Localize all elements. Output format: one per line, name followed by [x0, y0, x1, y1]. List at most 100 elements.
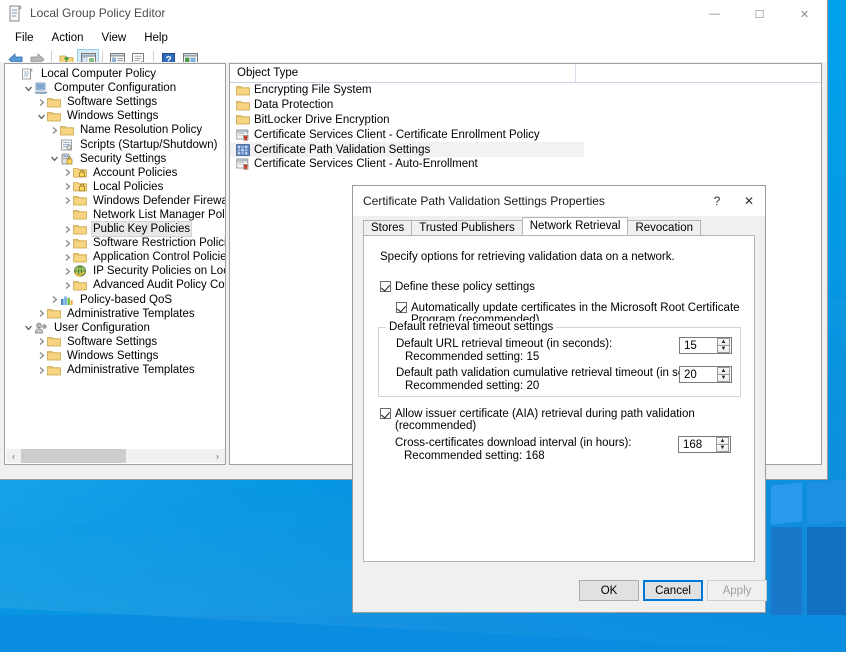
tree-item-local-computer-policy[interactable]: Local Computer Policy [5, 67, 225, 81]
list-item-label: Certificate Path Validation Settings [254, 144, 430, 156]
tree-item-software-settings[interactable]: Software Settings [5, 95, 225, 109]
scrollbar-thumb[interactable] [21, 449, 126, 463]
tree-item-windows-defender-firewall-with-adv[interactable]: Windows Defender Firewall with Adv [5, 194, 225, 208]
close-icon[interactable]: ✕ [782, 0, 827, 28]
folder-icon [73, 194, 88, 207]
checkbox-box-icon[interactable] [380, 281, 391, 292]
chevron-right-icon[interactable] [61, 167, 73, 179]
spinner-up-icon[interactable]: ▲ [716, 437, 729, 445]
chevron-right-icon[interactable] [61, 251, 73, 263]
scroll-right-icon[interactable]: › [210, 449, 225, 463]
checkbox-box-icon[interactable] [396, 302, 407, 313]
cross-cert-spinner-buttons[interactable]: ▲ ▼ [716, 437, 729, 452]
path-timeout-spinner[interactable]: 20 ▲ ▼ [679, 366, 732, 383]
spinner-down-icon[interactable]: ▼ [717, 346, 730, 353]
tree-item-policy-based-qos[interactable]: Policy-based QoS [5, 293, 225, 307]
list-item[interactable]: Encrypting File System [230, 83, 821, 98]
menu-action[interactable]: Action [43, 30, 93, 46]
list-item[interactable]: Certificate Path Validation Settings [230, 142, 584, 157]
tree-pane: Local Computer PolicyComputer Configurat… [4, 63, 226, 465]
tree-item-account-policies[interactable]: Account Policies [5, 166, 225, 180]
tree-item-user-configuration[interactable]: User Configuration [5, 321, 225, 335]
tree-item-computer-configuration[interactable]: Computer Configuration [5, 81, 225, 95]
tree-item-administrative-templates[interactable]: Administrative Templates [5, 307, 225, 321]
path-validation-icon [236, 143, 250, 156]
cancel-button[interactable]: Cancel [643, 580, 703, 601]
minimize-icon[interactable]: — [692, 0, 737, 28]
url-timeout-spinner[interactable]: 15 ▲ ▼ [679, 337, 732, 354]
tree-item-windows-settings[interactable]: Windows Settings [5, 349, 225, 363]
tree-item-label: IP Security Policies on Local Comput [91, 264, 226, 278]
menu-file[interactable]: File [6, 30, 43, 46]
allow-aia-retrieval-label: Allow issuer certificate (AIA) retrieval… [395, 408, 754, 432]
tree-item-label: Name Resolution Policy [78, 123, 204, 137]
chevron-right-icon[interactable] [35, 350, 47, 362]
chevron-right-icon[interactable] [61, 237, 73, 249]
tree-item-administrative-templates[interactable]: Administrative Templates [5, 363, 225, 377]
tree-horizontal-scrollbar[interactable]: ‹ › [6, 449, 225, 463]
path-timeout-value[interactable]: 20 [680, 369, 717, 381]
properties-dialog: Certificate Path Validation Settings Pro… [352, 185, 766, 613]
tree-item-ip-security-policies-on-local-comput[interactable]: IP Security Policies on Local Comput [5, 264, 225, 278]
chevron-down-icon[interactable] [22, 322, 34, 334]
list-item[interactable]: Data Protection [230, 98, 821, 113]
tree-item-network-list-manager-policies[interactable]: Network List Manager Policies [5, 208, 225, 222]
allow-aia-retrieval-checkbox[interactable]: Allow issuer certificate (AIA) retrieval… [380, 408, 754, 432]
tab-stores[interactable]: Stores [363, 220, 412, 235]
menu-help[interactable]: Help [135, 30, 177, 46]
chevron-right-icon[interactable] [61, 265, 73, 277]
chevron-right-icon[interactable] [35, 364, 47, 376]
menu-view[interactable]: View [93, 30, 136, 46]
checkbox-box-icon[interactable] [380, 408, 391, 419]
maximize-icon[interactable]: ☐ [737, 0, 782, 28]
chevron-right-icon[interactable] [61, 195, 73, 207]
column-divider[interactable] [575, 64, 576, 82]
tree-item-application-control-policies[interactable]: Application Control Policies [5, 250, 225, 264]
chevron-right-icon[interactable] [35, 336, 47, 348]
tree-item-public-key-policies[interactable]: Public Key Policies [5, 222, 225, 236]
cross-cert-interval-spinner[interactable]: 168 ▲ ▼ [678, 436, 731, 453]
scrollbar-track[interactable] [21, 449, 210, 463]
tree-item-scripts-startup-shutdown[interactable]: Scripts (Startup/Shutdown) [5, 137, 225, 151]
chevron-right-icon[interactable] [48, 294, 60, 306]
list-column-header[interactable]: Object Type [230, 64, 821, 83]
tree-item-windows-settings[interactable]: Windows Settings [5, 109, 225, 123]
help-question-icon[interactable]: ? [701, 186, 733, 216]
tree-item-security-settings[interactable]: Security Settings [5, 152, 225, 166]
chevron-right-icon[interactable] [35, 308, 47, 320]
list-item[interactable]: Certificate Services Client - Certificat… [230, 127, 821, 142]
url-timeout-value[interactable]: 15 [680, 340, 717, 352]
chevron-down-icon[interactable] [48, 153, 60, 165]
define-policy-settings-checkbox[interactable]: Define these policy settings [380, 281, 535, 293]
tree-item-name-resolution-policy[interactable]: Name Resolution Policy [5, 123, 225, 137]
dialog-close-icon[interactable]: ✕ [733, 186, 765, 216]
tree-item-software-settings[interactable]: Software Settings [5, 335, 225, 349]
tab-trusted-publishers[interactable]: Trusted Publishers [411, 220, 522, 235]
chevron-right-icon[interactable] [61, 279, 73, 291]
chevron-right-icon[interactable] [35, 96, 47, 108]
path-timeout-spinner-buttons[interactable]: ▲ ▼ [717, 367, 730, 382]
chevron-down-icon[interactable] [22, 82, 34, 94]
tab-network-retrieval[interactable]: Network Retrieval [522, 217, 629, 235]
ok-button[interactable]: OK [579, 580, 639, 601]
spinner-up-icon[interactable]: ▲ [717, 338, 730, 346]
folder-icon [47, 349, 62, 362]
tree-item-advanced-audit-policy-configuration[interactable]: Advanced Audit Policy Configuration [5, 278, 225, 292]
spinner-down-icon[interactable]: ▼ [716, 445, 729, 452]
list-item[interactable]: BitLocker Drive Encryption [230, 113, 821, 128]
chevron-right-icon[interactable] [48, 124, 60, 136]
url-timeout-spinner-buttons[interactable]: ▲ ▼ [717, 338, 730, 353]
chevron-down-icon[interactable] [35, 110, 47, 122]
spinner-up-icon[interactable]: ▲ [717, 367, 730, 375]
tree-item-local-policies[interactable]: Local Policies [5, 180, 225, 194]
chevron-right-icon[interactable] [61, 223, 73, 235]
cross-cert-interval-value[interactable]: 168 [679, 439, 716, 451]
spinner-down-icon[interactable]: ▼ [717, 375, 730, 382]
column-header-object-type[interactable]: Object Type [230, 67, 298, 79]
chevron-right-icon[interactable] [61, 181, 73, 193]
tab-revocation[interactable]: Revocation [627, 220, 701, 235]
apply-button[interactable]: Apply [707, 580, 767, 601]
list-item[interactable]: Certificate Services Client - Auto-Enrol… [230, 157, 821, 172]
tree-item-software-restriction-policies[interactable]: Software Restriction Policies [5, 236, 225, 250]
scroll-left-icon[interactable]: ‹ [6, 449, 21, 463]
